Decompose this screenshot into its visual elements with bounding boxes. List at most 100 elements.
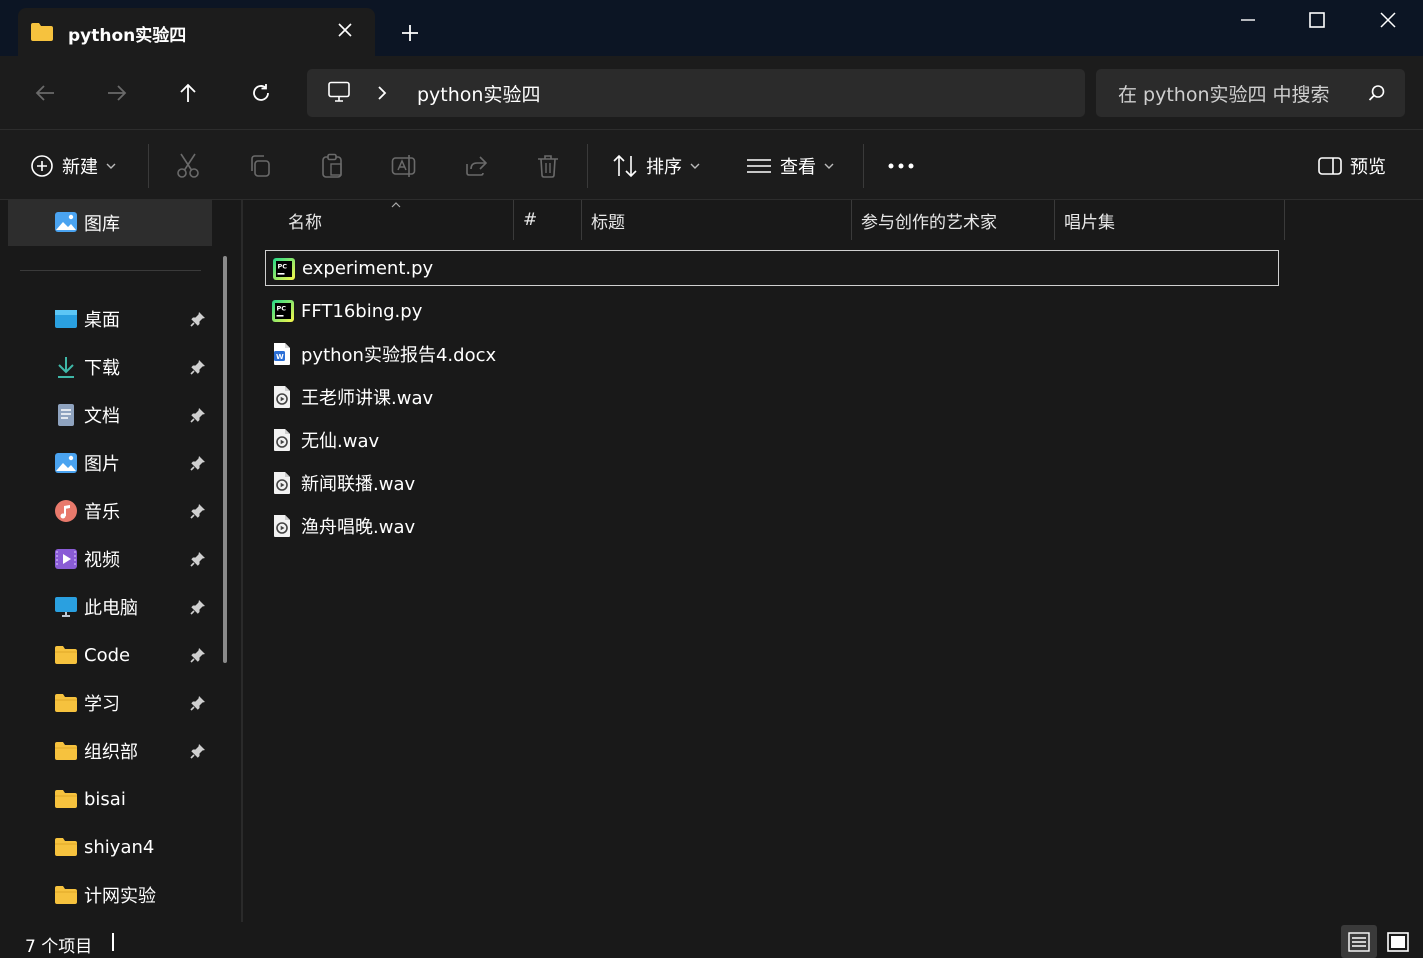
pin-icon[interactable] <box>190 359 208 377</box>
up-button[interactable] <box>171 76 205 110</box>
svg-text:W: W <box>276 353 284 361</box>
new-tab-button[interactable] <box>394 18 426 48</box>
sidebar-item[interactable]: 计网实验 <box>0 872 212 918</box>
file-row[interactable]: 王老师讲课.wav <box>265 379 1279 415</box>
file-row[interactable]: 渔舟唱晚.wav <box>265 508 1279 544</box>
details-view-button[interactable] <box>1341 925 1377 958</box>
paste-icon <box>322 153 342 178</box>
chevron-right-icon <box>378 86 387 100</box>
arrow-left-icon <box>35 85 54 101</box>
sidebar-item[interactable]: 下载 <box>0 344 212 390</box>
preview-button[interactable]: 预览 <box>1318 145 1386 187</box>
tab-python-shiyan[interactable]: python实验四 <box>18 8 375 56</box>
folder-icon <box>54 691 78 715</box>
breadcrumb-current[interactable]: python实验四 <box>417 80 540 107</box>
column-header-album[interactable]: 唱片集 <box>1064 200 1115 240</box>
pin-icon[interactable] <box>190 407 208 425</box>
address-bar[interactable]: python实验四 <box>307 69 1085 117</box>
column-separator[interactable] <box>581 200 582 240</box>
close-tab-button[interactable] <box>331 16 359 44</box>
pin-icon[interactable] <box>190 743 208 761</box>
file-row[interactable]: PC FFT16bing.py <box>265 293 1279 329</box>
sidebar-item[interactable]: shiyan4 <box>0 824 212 870</box>
sidebar-item[interactable]: bisai <box>0 776 212 822</box>
back-button[interactable] <box>28 76 62 110</box>
column-header-label: 唱片集 <box>1064 212 1115 233</box>
chevron-down-icon <box>690 163 700 169</box>
column-separator[interactable] <box>1284 200 1285 240</box>
sidebar-item[interactable]: 视频 <box>0 536 212 582</box>
sidebar-item-label: bisai <box>84 788 126 810</box>
column-separator[interactable] <box>513 200 514 240</box>
sidebar-item-label: shiyan4 <box>84 836 155 858</box>
column-header-name[interactable]: 名称 <box>288 200 322 240</box>
sidebar-item[interactable]: 音乐 <box>0 488 212 534</box>
status-bar <box>0 922 1423 958</box>
pin-icon[interactable] <box>190 503 208 521</box>
column-separator[interactable] <box>1054 200 1055 240</box>
pin-icon[interactable] <box>190 551 208 569</box>
copy-button[interactable] <box>243 150 277 182</box>
sidebar-item[interactable]: 桌面 <box>0 296 212 342</box>
pin-icon[interactable] <box>190 599 208 617</box>
pin-icon[interactable] <box>190 647 208 665</box>
pin-icon[interactable] <box>190 455 208 473</box>
close-window-button[interactable] <box>1354 0 1422 40</box>
audio-file-icon <box>272 514 294 538</box>
file-row[interactable]: 新闻联播.wav <box>265 465 1279 501</box>
maximize-button[interactable] <box>1283 0 1351 40</box>
sidebar-scrollbar[interactable] <box>223 256 227 663</box>
sidebar-item[interactable]: Code <box>0 632 212 678</box>
sidebar-item[interactable]: 此电脑 <box>0 584 212 630</box>
share-button[interactable] <box>459 150 493 182</box>
pin-icon[interactable] <box>190 311 208 329</box>
pin-icon[interactable] <box>190 695 208 713</box>
file-row[interactable]: 无仙.wav <box>265 422 1279 458</box>
text-caret <box>112 933 114 951</box>
forward-button[interactable] <box>100 76 134 110</box>
column-header-artists[interactable]: 参与创作的艺术家 <box>861 200 997 240</box>
file-name: python实验报告4.docx <box>301 345 497 366</box>
view-button[interactable]: 查看 <box>746 145 834 187</box>
details-view-icon <box>1348 931 1370 952</box>
delete-button[interactable] <box>531 150 565 182</box>
arrow-up-icon <box>180 83 196 102</box>
share-icon <box>466 156 488 176</box>
sidebar-item-label: 下载 <box>84 358 120 379</box>
column-header-label: 参与创作的艺术家 <box>861 212 997 233</box>
minimize-button[interactable] <box>1214 0 1282 40</box>
chevron-down-icon <box>106 163 116 169</box>
search-icon[interactable] <box>1368 84 1386 102</box>
sidebar-item-label: 图库 <box>84 214 120 235</box>
sidebar-item-gallery[interactable]: 图库 <box>8 200 212 246</box>
pane-divider[interactable] <box>241 200 243 922</box>
file-row[interactable]: PC experiment.py <box>265 250 1279 286</box>
cut-button[interactable] <box>171 150 205 182</box>
sort-button-label: 排序 <box>646 157 682 178</box>
sidebar-item-label: Code <box>84 644 131 666</box>
sidebar-item[interactable]: 图片 <box>0 440 212 486</box>
column-header-title[interactable]: 标题 <box>591 200 625 240</box>
sidebar-item[interactable]: 学习 <box>0 680 212 726</box>
rename-icon <box>391 155 416 177</box>
download-icon <box>54 355 78 379</box>
sidebar-item[interactable]: 文档 <box>0 392 212 438</box>
refresh-icon <box>253 84 269 101</box>
rename-button[interactable] <box>387 150 421 182</box>
paste-button[interactable] <box>315 150 349 182</box>
sidebar-item[interactable]: 组织部 <box>0 728 212 774</box>
new-button[interactable]: 新建 <box>30 145 116 187</box>
column-header-number[interactable]: # <box>523 200 537 240</box>
chevron-down-icon <box>824 163 834 169</box>
search-input[interactable]: 在 python实验四 中搜索 <box>1096 69 1405 117</box>
more-options-button[interactable] <box>884 150 918 182</box>
svg-text:PC: PC <box>277 305 287 313</box>
tiles-view-button[interactable] <box>1380 925 1416 958</box>
sidebar-item-label: 音乐 <box>84 502 120 523</box>
file-row[interactable]: Wpython实验报告4.docx <box>265 336 1279 372</box>
refresh-button[interactable] <box>244 76 278 110</box>
column-separator[interactable] <box>851 200 852 240</box>
this-pc-icon <box>54 595 78 619</box>
sort-ascending-icon <box>391 202 401 208</box>
sort-button[interactable]: 排序 <box>612 145 700 187</box>
